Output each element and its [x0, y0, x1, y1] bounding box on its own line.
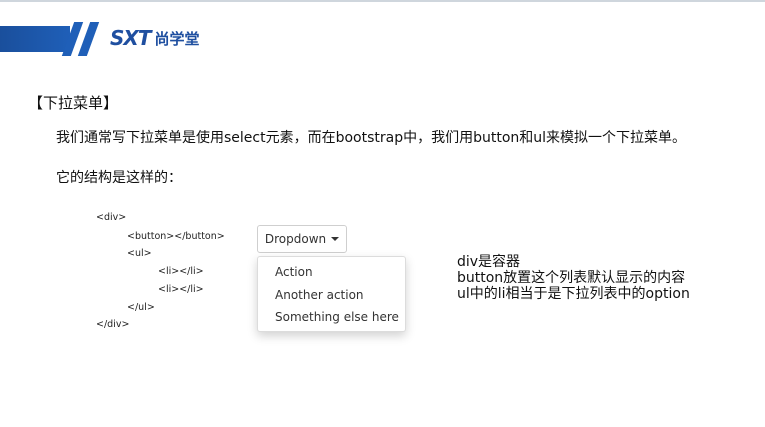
logo-text: 尚学堂	[154, 29, 200, 48]
dropdown-menu: Action Another action Something else her…	[257, 256, 406, 332]
intro-text: 我们通常写下拉菜单是使用select元素，而在bootstrap中，我们用but…	[56, 130, 687, 146]
brand-logo: SXT 尚学堂	[110, 26, 199, 50]
caret-down-icon	[331, 237, 340, 241]
intro-paragraph: 我们通常写下拉菜单是使用select元素，而在bootstrap中，我们用but…	[28, 128, 728, 148]
dropdown-button[interactable]: Dropdown	[257, 225, 347, 253]
logo-mark: SXT	[110, 26, 151, 50]
header-band	[0, 26, 70, 52]
dropdown-item-another-action[interactable]: Another action	[258, 284, 405, 307]
explanation-notes: div是容器 button放置这个列表默认显示的内容 ul中的li相当于是下拉列…	[457, 254, 690, 302]
header-stripes	[61, 22, 106, 56]
section-title: 【下拉菜单】	[28, 94, 119, 112]
code-line: </ul>	[127, 302, 155, 313]
note-line: div是容器	[457, 254, 521, 270]
dropdown-item-action[interactable]: Action	[258, 261, 405, 284]
code-line: <div>	[96, 212, 127, 223]
note-line: ul中的li相当于是下拉列表中的option	[457, 286, 690, 302]
code-line: </div>	[96, 319, 130, 330]
code-line: <button></button>	[127, 231, 225, 242]
dropdown-item-something-else[interactable]: Something else here	[258, 306, 405, 329]
code-line: <ul>	[127, 248, 152, 259]
code-line: <li></li>	[158, 284, 204, 295]
top-border	[0, 0, 765, 2]
structure-caption: 它的结构是这样的：	[56, 170, 182, 186]
code-line: <li></li>	[158, 266, 204, 277]
note-line: button放置这个列表默认显示的内容	[457, 270, 686, 286]
dropdown-button-label: Dropdown	[264, 232, 327, 246]
